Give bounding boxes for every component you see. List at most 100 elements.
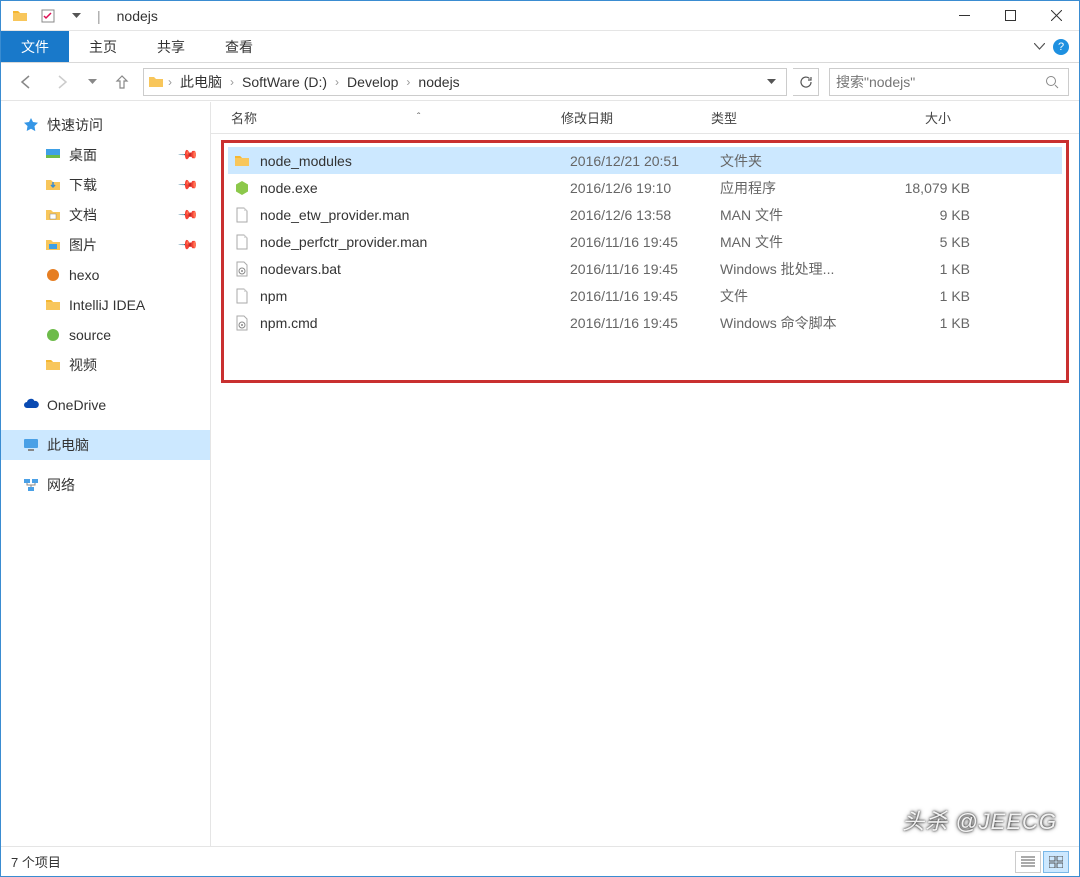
- sidebar-onedrive[interactable]: OneDrive: [1, 390, 210, 420]
- sidebar-this-pc[interactable]: 此电脑: [1, 430, 210, 460]
- file-date: 2016/12/6 13:58: [570, 207, 720, 223]
- file-row[interactable]: nodevars.bat2016/11/16 19:45Windows 批处理.…: [228, 255, 1062, 282]
- file-name: node_etw_provider.man: [260, 207, 570, 223]
- column-header-name[interactable]: 名称 ˆ: [231, 108, 561, 127]
- ribbon-tab-share[interactable]: 共享: [137, 31, 205, 62]
- sidebar-label: 网络: [47, 475, 75, 495]
- file-row[interactable]: node.exe2016/12/6 19:10应用程序18,079 KB: [228, 174, 1062, 201]
- file-name: node_modules: [260, 153, 570, 169]
- separator: |: [97, 8, 101, 24]
- file-row[interactable]: node_modules2016/12/21 20:51文件夹: [228, 147, 1062, 174]
- chevron-right-icon[interactable]: ›: [230, 75, 234, 89]
- breadcrumb-item[interactable]: nodejs: [414, 72, 463, 92]
- file-date: 2016/11/16 19:45: [570, 315, 720, 331]
- pin-icon: 📌: [177, 234, 200, 257]
- view-large-icons-button[interactable]: [1043, 851, 1069, 873]
- qat-properties-button[interactable]: [37, 5, 59, 27]
- window-controls: [941, 1, 1079, 31]
- sidebar-item-label: 桌面: [69, 145, 97, 165]
- maximize-button[interactable]: [987, 1, 1033, 31]
- file-date: 2016/12/6 19:10: [570, 180, 720, 196]
- cloud-icon: [23, 397, 39, 413]
- column-header-size[interactable]: 大小: [861, 108, 971, 127]
- close-button[interactable]: [1033, 1, 1079, 31]
- breadcrumb-bar[interactable]: › 此电脑 › SoftWare (D:) › Develop › nodejs: [143, 68, 787, 96]
- sidebar-item[interactable]: 图片 📌: [1, 230, 210, 260]
- refresh-button[interactable]: [793, 68, 819, 96]
- file-size: 9 KB: [870, 207, 970, 223]
- file-list: node_modules2016/12/21 20:51文件夹node.exe2…: [211, 134, 1079, 846]
- status-item-count: 7 个项目: [11, 852, 61, 871]
- file-type: 应用程序: [720, 178, 870, 198]
- up-button[interactable]: [107, 67, 137, 97]
- forward-button[interactable]: [47, 67, 77, 97]
- sidebar-item[interactable]: 文档 📌: [1, 200, 210, 230]
- file-list-pane: 名称 ˆ 修改日期 类型 大小 node_modules2016/12/21 2…: [211, 102, 1079, 846]
- sidebar-label: OneDrive: [47, 397, 106, 413]
- back-button[interactable]: [11, 67, 41, 97]
- ribbon-expand-icon[interactable]: [1034, 43, 1045, 50]
- file-name: npm: [260, 288, 570, 304]
- folder-icon: [9, 5, 31, 27]
- qat-dropdown[interactable]: [65, 5, 87, 27]
- sidebar-item-label: 视频: [69, 355, 97, 375]
- column-header-date[interactable]: 修改日期: [561, 108, 711, 127]
- file-size: 1 KB: [870, 261, 970, 277]
- sidebar-item-label: 文档: [69, 205, 97, 225]
- file-size: 1 KB: [870, 288, 970, 304]
- search-box[interactable]: [829, 68, 1069, 96]
- address-dropdown[interactable]: [760, 79, 782, 85]
- file-name: node_perfctr_provider.man: [260, 234, 570, 250]
- file-type: Windows 批处理...: [720, 259, 870, 279]
- navigation-pane: 快速访问 桌面📌下载📌文档📌图片📌hexoIntelliJ IDEAsource…: [1, 102, 211, 846]
- breadcrumb-item[interactable]: SoftWare (D:): [238, 72, 331, 92]
- file-size: 1 KB: [870, 315, 970, 331]
- chevron-right-icon[interactable]: ›: [406, 75, 410, 89]
- folder-icon: [148, 74, 164, 90]
- sidebar-network[interactable]: 网络: [1, 470, 210, 500]
- file-type: MAN 文件: [720, 205, 870, 225]
- file-date: 2016/11/16 19:45: [570, 261, 720, 277]
- sidebar-item-label: hexo: [69, 267, 99, 283]
- history-dropdown[interactable]: [83, 67, 101, 97]
- minimize-button[interactable]: [941, 1, 987, 31]
- sidebar-label: 快速访问: [47, 115, 103, 135]
- file-name: node.exe: [260, 180, 570, 196]
- chevron-right-icon[interactable]: ›: [168, 75, 172, 89]
- sidebar-item[interactable]: hexo: [1, 260, 210, 290]
- pin-icon: 📌: [177, 174, 200, 197]
- ribbon-tab-home[interactable]: 主页: [69, 31, 137, 62]
- file-row[interactable]: node_etw_provider.man2016/12/6 13:58MAN …: [228, 201, 1062, 228]
- ribbon-file-tab[interactable]: 文件: [1, 31, 69, 62]
- sidebar-quick-access[interactable]: 快速访问: [1, 110, 210, 140]
- file-row[interactable]: npm.cmd2016/11/16 19:45Windows 命令脚本1 KB: [228, 309, 1062, 336]
- breadcrumb-item[interactable]: 此电脑: [176, 70, 226, 94]
- column-header-type[interactable]: 类型: [711, 108, 861, 127]
- file-row[interactable]: node_perfctr_provider.man2016/11/16 19:4…: [228, 228, 1062, 255]
- sidebar-item[interactable]: source: [1, 320, 210, 350]
- breadcrumb-item[interactable]: Develop: [343, 72, 402, 92]
- file-size: 18,079 KB: [870, 180, 970, 196]
- file-row[interactable]: npm2016/11/16 19:45文件1 KB: [228, 282, 1062, 309]
- titlebar: | nodejs: [1, 1, 1079, 31]
- sidebar-item-label: IntelliJ IDEA: [69, 297, 145, 313]
- search-input[interactable]: [836, 74, 1042, 90]
- sidebar-item[interactable]: 桌面📌: [1, 140, 210, 170]
- file-type: 文件夹: [720, 151, 870, 171]
- address-row: › 此电脑 › SoftWare (D:) › Develop › nodejs: [1, 63, 1079, 101]
- help-icon[interactable]: ?: [1053, 39, 1069, 55]
- network-icon: [23, 477, 39, 493]
- sidebar-item[interactable]: 下载📌: [1, 170, 210, 200]
- view-details-button[interactable]: [1015, 851, 1041, 873]
- ribbon-tab-view[interactable]: 查看: [205, 31, 273, 62]
- file-date: 2016/12/21 20:51: [570, 153, 720, 169]
- sidebar-item[interactable]: 视频: [1, 350, 210, 380]
- file-date: 2016/11/16 19:45: [570, 234, 720, 250]
- highlight-box: node_modules2016/12/21 20:51文件夹node.exe2…: [221, 140, 1069, 383]
- file-type: MAN 文件: [720, 232, 870, 252]
- pin-icon: 📌: [177, 204, 200, 227]
- search-icon[interactable]: [1042, 75, 1062, 89]
- sidebar-item[interactable]: IntelliJ IDEA: [1, 290, 210, 320]
- chevron-right-icon[interactable]: ›: [335, 75, 339, 89]
- sidebar-item-label: 图片: [69, 235, 97, 255]
